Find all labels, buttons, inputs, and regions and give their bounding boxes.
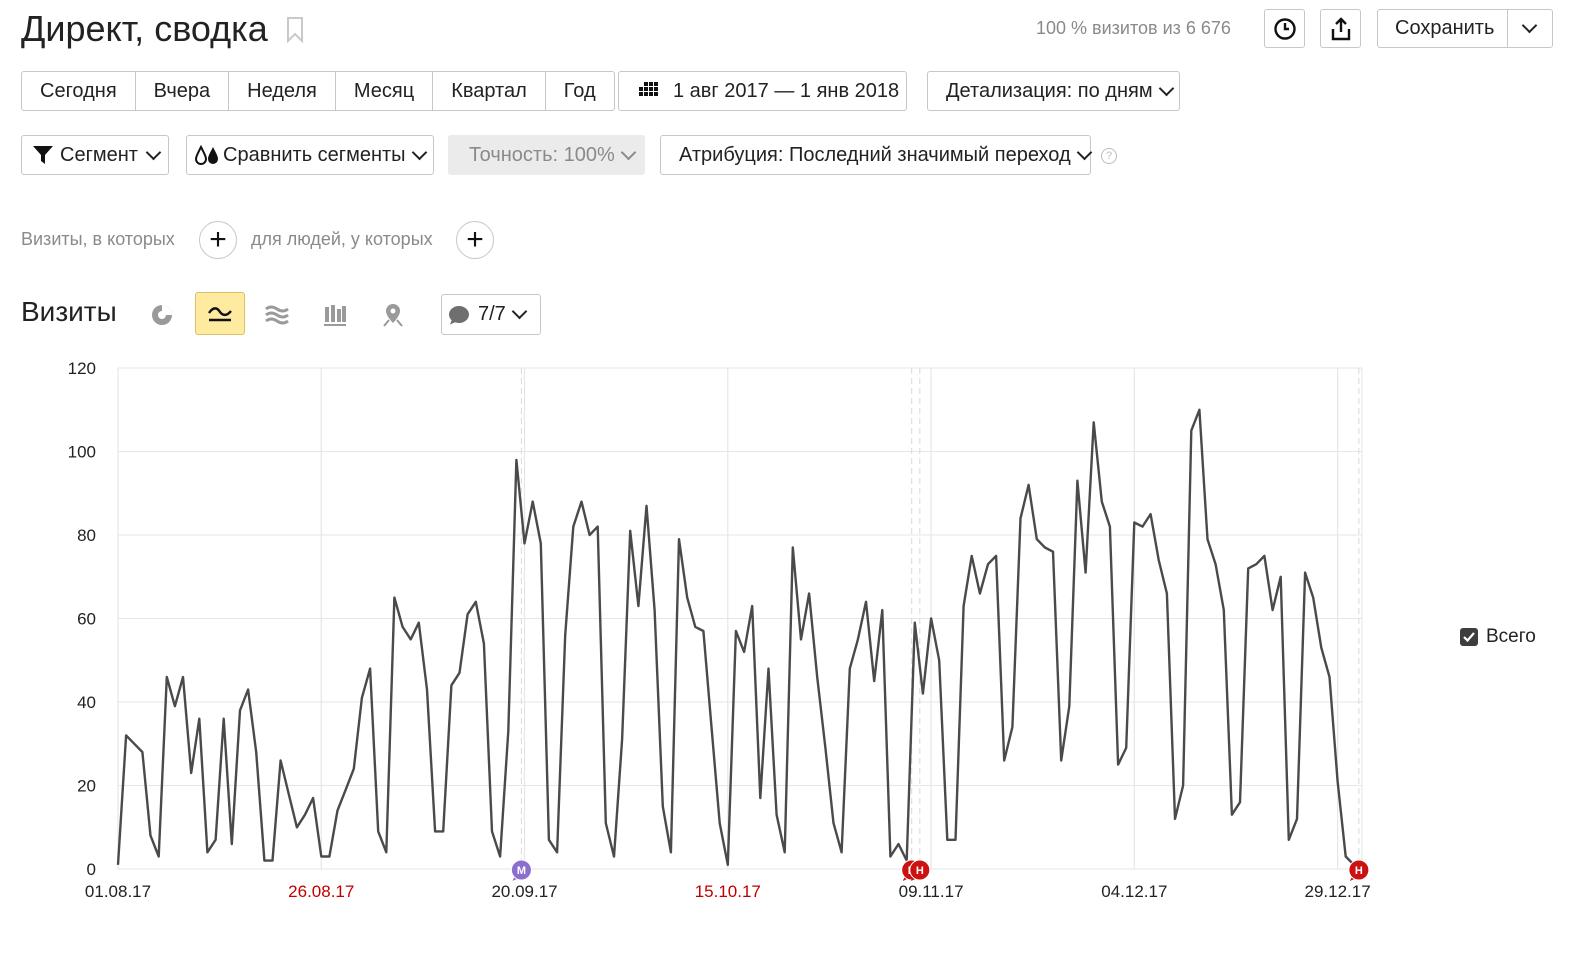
period-quarter[interactable]: Квартал xyxy=(433,72,546,110)
chevron-down-icon xyxy=(511,303,528,320)
period-yesterday[interactable]: Вчера xyxy=(136,72,230,110)
legend-label: Всего xyxy=(1486,626,1536,647)
segment-label: Сегмент xyxy=(60,143,138,166)
drops-icon xyxy=(195,145,218,165)
period-year[interactable]: Год xyxy=(546,72,614,110)
clock-icon xyxy=(1273,17,1296,40)
period-today[interactable]: Сегодня xyxy=(22,72,136,110)
history-button[interactable] xyxy=(1264,9,1305,48)
date-range-text: 1 авг 2017 — 1 янв 2018 xyxy=(673,79,900,102)
accuracy-dropdown: Точность: 100% xyxy=(448,135,645,175)
pie-chart-icon xyxy=(152,305,172,325)
map-pin-icon xyxy=(383,304,403,327)
bar-chart-icon xyxy=(324,305,346,326)
y-tick-label: 120 xyxy=(68,359,96,378)
bookmark-icon[interactable] xyxy=(286,17,304,44)
bar-chart-view-button[interactable] xyxy=(315,295,355,335)
annotation-label: Н xyxy=(916,865,924,877)
chevron-down-icon xyxy=(1158,80,1174,96)
x-tick-label: 20.09.17 xyxy=(491,882,557,901)
notes-count: 7/7 xyxy=(478,303,506,325)
area-chart-view-button[interactable] xyxy=(257,295,297,335)
attribution-dropdown[interactable]: Атрибуция: Последний значимый переход xyxy=(660,135,1092,175)
page-title: Директ, сводка xyxy=(21,8,268,49)
x-tick-label: 15.10.17 xyxy=(695,882,761,901)
detail-dropdown[interactable]: Детализация: по дням xyxy=(927,71,1180,111)
help-icon[interactable]: ? xyxy=(1101,148,1117,164)
people-condition-label: для людей, у которых xyxy=(251,229,433,249)
x-tick-label: 26.08.17 xyxy=(288,882,354,901)
visits-info: 100 % визитов из 6 676 xyxy=(1036,18,1231,38)
chart-title: Визиты xyxy=(21,296,117,327)
line-chart-icon xyxy=(208,306,232,321)
period-month[interactable]: Месяц xyxy=(336,72,434,110)
period-selector: Сегодня Вчера Неделя Месяц Квартал Год xyxy=(21,71,615,111)
visits-condition-label: Визиты, в которых xyxy=(21,229,175,249)
line-chart-view-button[interactable] xyxy=(195,292,245,335)
x-tick-label: 09.11.17 xyxy=(899,882,964,901)
segment-dropdown[interactable]: Сегмент xyxy=(21,135,169,175)
chevron-down-icon xyxy=(411,144,427,160)
legend-item-total[interactable]: Всего xyxy=(1460,626,1536,648)
filter-icon xyxy=(33,146,53,164)
x-tick-label: 01.08.17 xyxy=(85,882,151,901)
x-tick-label: 29.12.17 xyxy=(1305,882,1371,901)
chevron-down-icon xyxy=(1522,17,1538,34)
save-menu-toggle[interactable] xyxy=(1506,10,1552,47)
detail-label: Детализация: по дням xyxy=(946,79,1153,102)
date-range-button[interactable]: 1 авг 2017 — 1 янв 2018 xyxy=(618,71,907,111)
save-label: Сохранить xyxy=(1395,17,1495,39)
share-icon xyxy=(1331,16,1350,40)
annotation-label: М xyxy=(517,865,526,877)
checkbox-checked-icon[interactable] xyxy=(1460,628,1478,646)
add-people-condition-button[interactable]: + xyxy=(456,221,494,259)
pie-chart-view-button[interactable] xyxy=(142,295,182,335)
y-tick-label: 60 xyxy=(77,610,96,629)
add-visit-condition-button[interactable]: + xyxy=(199,221,237,259)
y-tick-label: 40 xyxy=(77,693,96,712)
calendar-icon xyxy=(639,82,658,96)
comment-icon xyxy=(449,305,469,324)
period-week[interactable]: Неделя xyxy=(229,72,336,110)
chevron-down-icon xyxy=(620,144,637,160)
series-line-total xyxy=(116,408,1355,866)
compare-segments-dropdown[interactable]: Сравнить сегменты xyxy=(186,135,434,175)
y-tick-label: 100 xyxy=(68,443,96,462)
notes-dropdown[interactable]: 7/7 xyxy=(441,294,541,335)
chevron-down-icon xyxy=(1076,144,1092,160)
attribution-label: Атрибуция: Последний значимый переход xyxy=(679,143,1071,166)
map-view-button[interactable] xyxy=(373,295,413,335)
y-tick-label: 0 xyxy=(87,860,96,879)
visits-line-chart: 0 20 40 60 80 100 120 01.08.17 26.08.17 20.09.17 1… xyxy=(68,359,1371,901)
chevron-down-icon xyxy=(145,144,162,160)
annotation-label: Н xyxy=(1355,865,1363,877)
x-tick-label: 04.12.17 xyxy=(1101,882,1167,901)
area-chart-icon xyxy=(265,305,289,325)
y-tick-label: 20 xyxy=(77,777,96,796)
export-button[interactable] xyxy=(1320,9,1361,48)
accuracy-label: Точность: 100% xyxy=(469,143,615,166)
compare-label: Сравнить сегменты xyxy=(223,143,406,166)
y-tick-label: 80 xyxy=(77,526,96,545)
save-button[interactable]: Сохранить xyxy=(1377,9,1553,48)
